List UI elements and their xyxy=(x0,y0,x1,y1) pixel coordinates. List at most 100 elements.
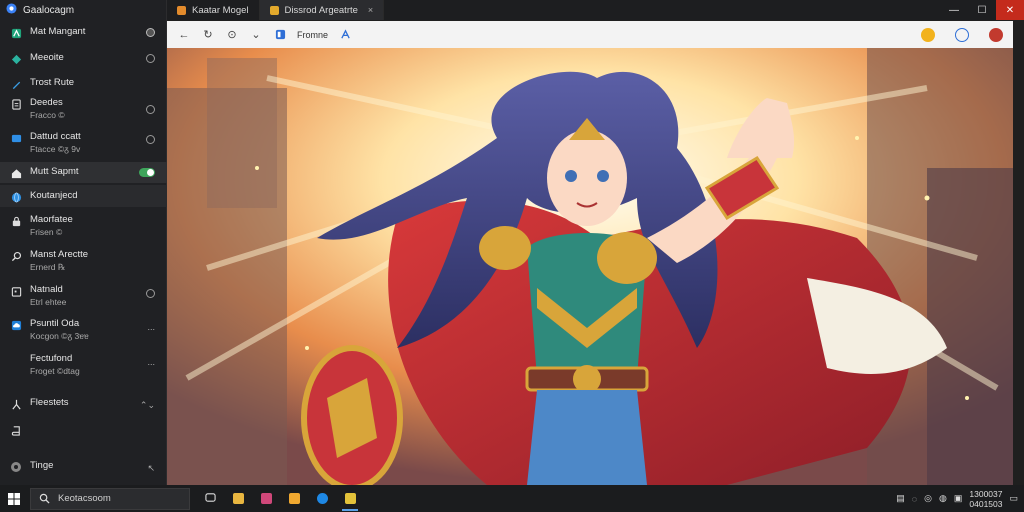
sidebar-item-trost-rute[interactable]: Trost Rute xyxy=(0,77,167,90)
cloud-icon xyxy=(10,319,22,331)
taskbar-app-store[interactable] xyxy=(252,485,280,512)
taskbar-app-explorer[interactable] xyxy=(224,485,252,512)
lock-icon xyxy=(10,215,22,227)
more-button[interactable]: ... xyxy=(147,321,155,333)
site-icon xyxy=(273,28,287,42)
sidebar-item-label: Psuntil Oda xyxy=(30,318,80,329)
sidebar-item-sublabel: Etrl ehtee xyxy=(30,297,67,307)
sidebar-item-deedes[interactable]: Deedes Fracco © xyxy=(0,97,167,121)
clock-date: 0401503 xyxy=(969,498,1003,509)
radio-button[interactable] xyxy=(146,289,155,301)
tab-dissrod-argeatrte[interactable]: Dissrod Argeatrte × xyxy=(259,0,385,20)
clock-time: 1300037 xyxy=(969,488,1003,499)
radio-button[interactable] xyxy=(146,135,155,147)
start-button[interactable] xyxy=(0,485,28,512)
book-icon xyxy=(10,424,22,436)
sidebar-item-dattud-ccatt[interactable]: Dattud ccatt Ftacce ©ᵹ 9v xyxy=(0,131,167,155)
artwork-image xyxy=(167,48,1013,485)
toggle-switch[interactable] xyxy=(139,168,155,180)
tab-close-icon[interactable]: × xyxy=(368,5,373,15)
sidebar-item-label: Natnald xyxy=(30,284,63,295)
sidebar-item-psuntil-oda[interactable]: Psuntil Oda Kocgon ©ᵹ 3ɐɐ ... xyxy=(0,318,167,342)
store-icon xyxy=(260,493,272,504)
puzzle-icon xyxy=(10,53,22,65)
radio-button[interactable] xyxy=(146,105,155,117)
sidebar-item-label: Fleestets xyxy=(30,397,69,408)
sidebar-item-label: Trost Rute xyxy=(30,77,74,88)
sidebar-item-book[interactable] xyxy=(0,423,167,436)
dropdown-button[interactable]: ⌄ xyxy=(249,28,263,42)
sidebar-item-label: Dattud ccatt xyxy=(30,131,81,142)
chat-icon[interactable]: ◌ xyxy=(912,494,917,504)
sidebar-header: Gaalocagm xyxy=(0,0,166,20)
refresh-button[interactable]: ↻ xyxy=(201,28,215,42)
radio-button[interactable] xyxy=(146,54,155,66)
pen-icon xyxy=(10,78,22,90)
sidebar-item-maorfatee[interactable]: Maorfatee Frisen © xyxy=(0,214,167,238)
sidebar-item-mat-mangant[interactable]: Mat Mangant xyxy=(0,26,167,39)
sidebar-item-label: Tinge xyxy=(30,460,54,471)
radio-button[interactable] xyxy=(146,28,155,40)
sidebar-item-sublabel: Froget ©dtag xyxy=(30,366,80,376)
sidebar-item-meeoite[interactable]: Meeoite xyxy=(0,52,167,65)
network-icon[interactable]: ▤ xyxy=(896,493,905,504)
windows-icon xyxy=(8,492,20,505)
clock[interactable]: 1300037 0401503 xyxy=(969,489,1002,509)
more-button[interactable]: ... xyxy=(147,356,155,368)
address-bar[interactable]: Fromne xyxy=(297,30,328,40)
notifications-icon[interactable]: ▭ xyxy=(1009,493,1018,504)
sidebar-item-koutanjecd[interactable]: Koutanjecd xyxy=(0,185,167,207)
taskbar-search-placeholder: Keotacsoom xyxy=(58,493,111,504)
back-button[interactable]: ← xyxy=(177,28,191,42)
search-icon xyxy=(10,250,22,262)
sidebar: Gaalocagm Mat Mangant Meeoite Trost Rute… xyxy=(0,0,167,485)
taskbar-app-browser[interactable] xyxy=(336,485,364,512)
task-view-button[interactable] xyxy=(196,485,224,512)
tab-bar: Kaatar Mogel Dissrod Argeatrte × — ☐ ✕ xyxy=(167,0,1024,20)
sidebar-item-label: Fectufond xyxy=(30,353,73,364)
house-icon xyxy=(10,167,22,179)
folder-icon xyxy=(232,493,244,504)
calendar-icon xyxy=(10,285,22,297)
search-icon xyxy=(39,493,50,504)
app-title: Gaalocagm xyxy=(23,4,75,16)
wifi-icon[interactable]: ◎ xyxy=(924,493,932,504)
sidebar-item-sublabel: Fracco © xyxy=(30,110,65,120)
sidebar-item-fleestets[interactable]: Fleestets ⌃⌄ xyxy=(0,397,167,410)
sidebar-item-natnald[interactable]: Natnald Etrl ehtee xyxy=(0,284,167,308)
emoji-icon[interactable] xyxy=(921,27,935,42)
files-icon xyxy=(288,493,300,504)
tab-kaatar-mogel[interactable]: Kaatar Mogel xyxy=(167,0,260,20)
taskbar-app-files[interactable] xyxy=(280,485,308,512)
sidebar-item-fectufond[interactable]: Fectufond Froget ©dtag ... xyxy=(0,353,167,377)
favicon-icon xyxy=(177,5,186,15)
volume-icon[interactable]: ◍ xyxy=(939,493,947,504)
close-button[interactable]: ✕ xyxy=(996,0,1024,20)
doc-icon xyxy=(10,98,22,110)
collapse-button[interactable]: ↖ xyxy=(147,462,155,474)
profile-icon[interactable] xyxy=(989,27,1003,42)
settings-icon xyxy=(10,461,22,473)
sidebar-item-manst-arectte[interactable]: Manst Arectte Ernerd ℞ xyxy=(0,249,167,273)
minimize-button[interactable]: — xyxy=(940,0,968,20)
tab-label: Kaatar Mogel xyxy=(192,4,249,16)
tab-label: Dissrod Argeatrte xyxy=(284,4,358,16)
taskbar-app-edge[interactable] xyxy=(308,485,336,512)
taskbar-search[interactable]: Keotacsoom xyxy=(30,487,190,510)
expand-button[interactable]: ⌃⌄ xyxy=(140,399,155,411)
desktop: Gaalocagm Mat Mangant Meeoite Trost Rute… xyxy=(0,0,1024,512)
extension-icon[interactable] xyxy=(338,28,352,42)
globe-icon xyxy=(10,191,22,203)
home-button[interactable]: ⊙ xyxy=(225,28,239,42)
sidebar-item-label: Deedes xyxy=(30,97,63,108)
sidebar-item-tinge[interactable]: Tinge ↖ xyxy=(0,460,167,473)
maximize-button[interactable]: ☐ xyxy=(968,0,996,20)
timer-icon[interactable] xyxy=(955,27,969,42)
sidebar-item-label: Meeoite xyxy=(30,52,64,63)
sidebar-item-label: Koutanjecd xyxy=(30,190,78,201)
sidebar-item-mutt-sapmt[interactable]: Mutt Sapmt xyxy=(0,162,167,183)
window-controls: — ☐ ✕ xyxy=(940,0,1024,20)
edge-icon xyxy=(316,493,328,504)
browser-toolbar: ← ↻ ⊙ ⌄ Fromne xyxy=(167,21,1013,48)
battery-icon[interactable]: ▣ xyxy=(954,493,963,504)
